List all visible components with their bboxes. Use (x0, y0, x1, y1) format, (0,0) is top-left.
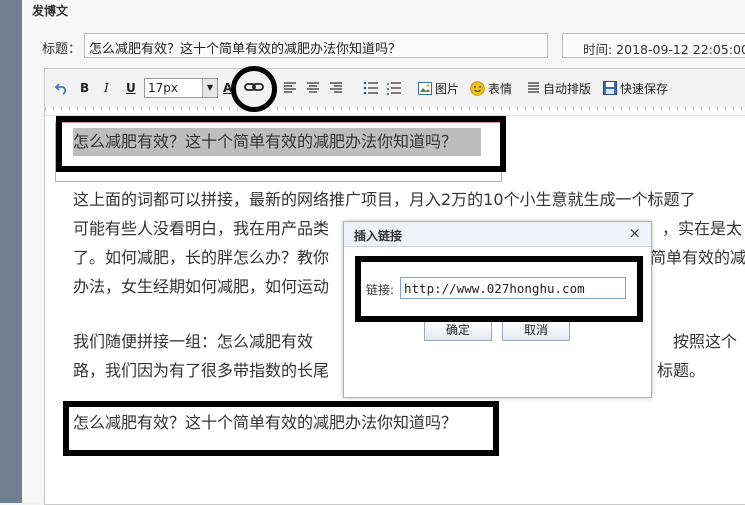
smiley-icon (470, 80, 485, 96)
annotation-box-last-line (63, 401, 499, 456)
align-left-icon[interactable] (283, 79, 297, 97)
emoji-button[interactable]: 表情 (470, 79, 512, 97)
left-window-edge (0, 0, 22, 503)
undo-icon[interactable] (55, 79, 69, 97)
paragraph-1-line-2-tail: ，实在是太 (662, 219, 743, 238)
emoji-label: 表情 (488, 81, 513, 96)
editor-toolbar: B I U 17px ▼ A 图片 表情 自动排版 快速保存 (45, 69, 745, 108)
confirm-button[interactable]: 确定 (424, 320, 492, 341)
font-size-value: 17px (148, 81, 178, 95)
panel-title: 发博文 (32, 4, 69, 18)
paragraph-2-line-2: 路，我们因为有了很多带指数的长尾 (73, 361, 330, 380)
close-icon[interactable]: × (628, 224, 641, 242)
dialog-header: 插入链接 × (344, 222, 651, 247)
chevron-down-icon: ▼ (202, 79, 217, 97)
quicksave-label: 快速保存 (620, 81, 669, 96)
paragraph-1-line-3: 了。如何减肥，长的胖怎么办？教你 (73, 248, 330, 267)
paragraph-2-line-2-tail: 标题。 (657, 361, 706, 380)
paragraph-2-line-1-tail: 按照这个 (673, 332, 738, 351)
cancel-button[interactable]: 取消 (502, 320, 570, 341)
font-size-select[interactable]: 17px ▼ (144, 78, 218, 98)
dialog-title: 插入链接 (354, 229, 403, 243)
align-center-icon[interactable] (306, 79, 320, 97)
paragraph-1-line-4: 办法，女生经期如何减肥，如何运动 (73, 277, 330, 296)
save-icon (603, 81, 617, 95)
italic-button[interactable]: I (104, 79, 109, 97)
align-right-icon[interactable] (329, 79, 343, 97)
paragraph-1-line-1: 这上面的词都可以拼接，最新的网络推广项目，月入2万的10个小生意就生成一个标题了 (73, 190, 696, 209)
image-button[interactable]: 图片 (418, 79, 459, 97)
quicksave-button[interactable]: 快速保存 (603, 79, 668, 97)
paragraph-2-line-1: 我们随便拼接一组：怎么减肥有效 (73, 332, 314, 351)
autoformat-label: 自动排版 (543, 81, 592, 96)
editor-ruler (45, 107, 745, 116)
numbered-list-icon[interactable] (386, 79, 402, 97)
autoformat-button[interactable]: 自动排版 (527, 79, 591, 97)
paragraph-1-line-3-tail: 简单有效的减 (650, 248, 745, 267)
underline-button[interactable]: U (126, 79, 136, 97)
annotation-box-link-input (355, 256, 643, 322)
image-icon (418, 81, 432, 95)
image-label: 图片 (435, 81, 460, 96)
paragraph-1-line-2: 可能有些人没看明白，我在用产品类 (73, 219, 330, 238)
title-label: 标题： (42, 42, 82, 57)
time-field[interactable]: 时间: 2018-09-12 22:05:00 (562, 33, 745, 58)
title-input[interactable]: 怎么减肥有效？这十个简单有效的减肥办法你知道吗？ (84, 33, 548, 58)
bold-button[interactable]: B (80, 79, 89, 97)
autoformat-icon (528, 82, 539, 93)
bullet-list-icon[interactable] (363, 79, 379, 97)
annotation-box-title (56, 116, 506, 172)
annotation-circle-link (231, 66, 277, 112)
